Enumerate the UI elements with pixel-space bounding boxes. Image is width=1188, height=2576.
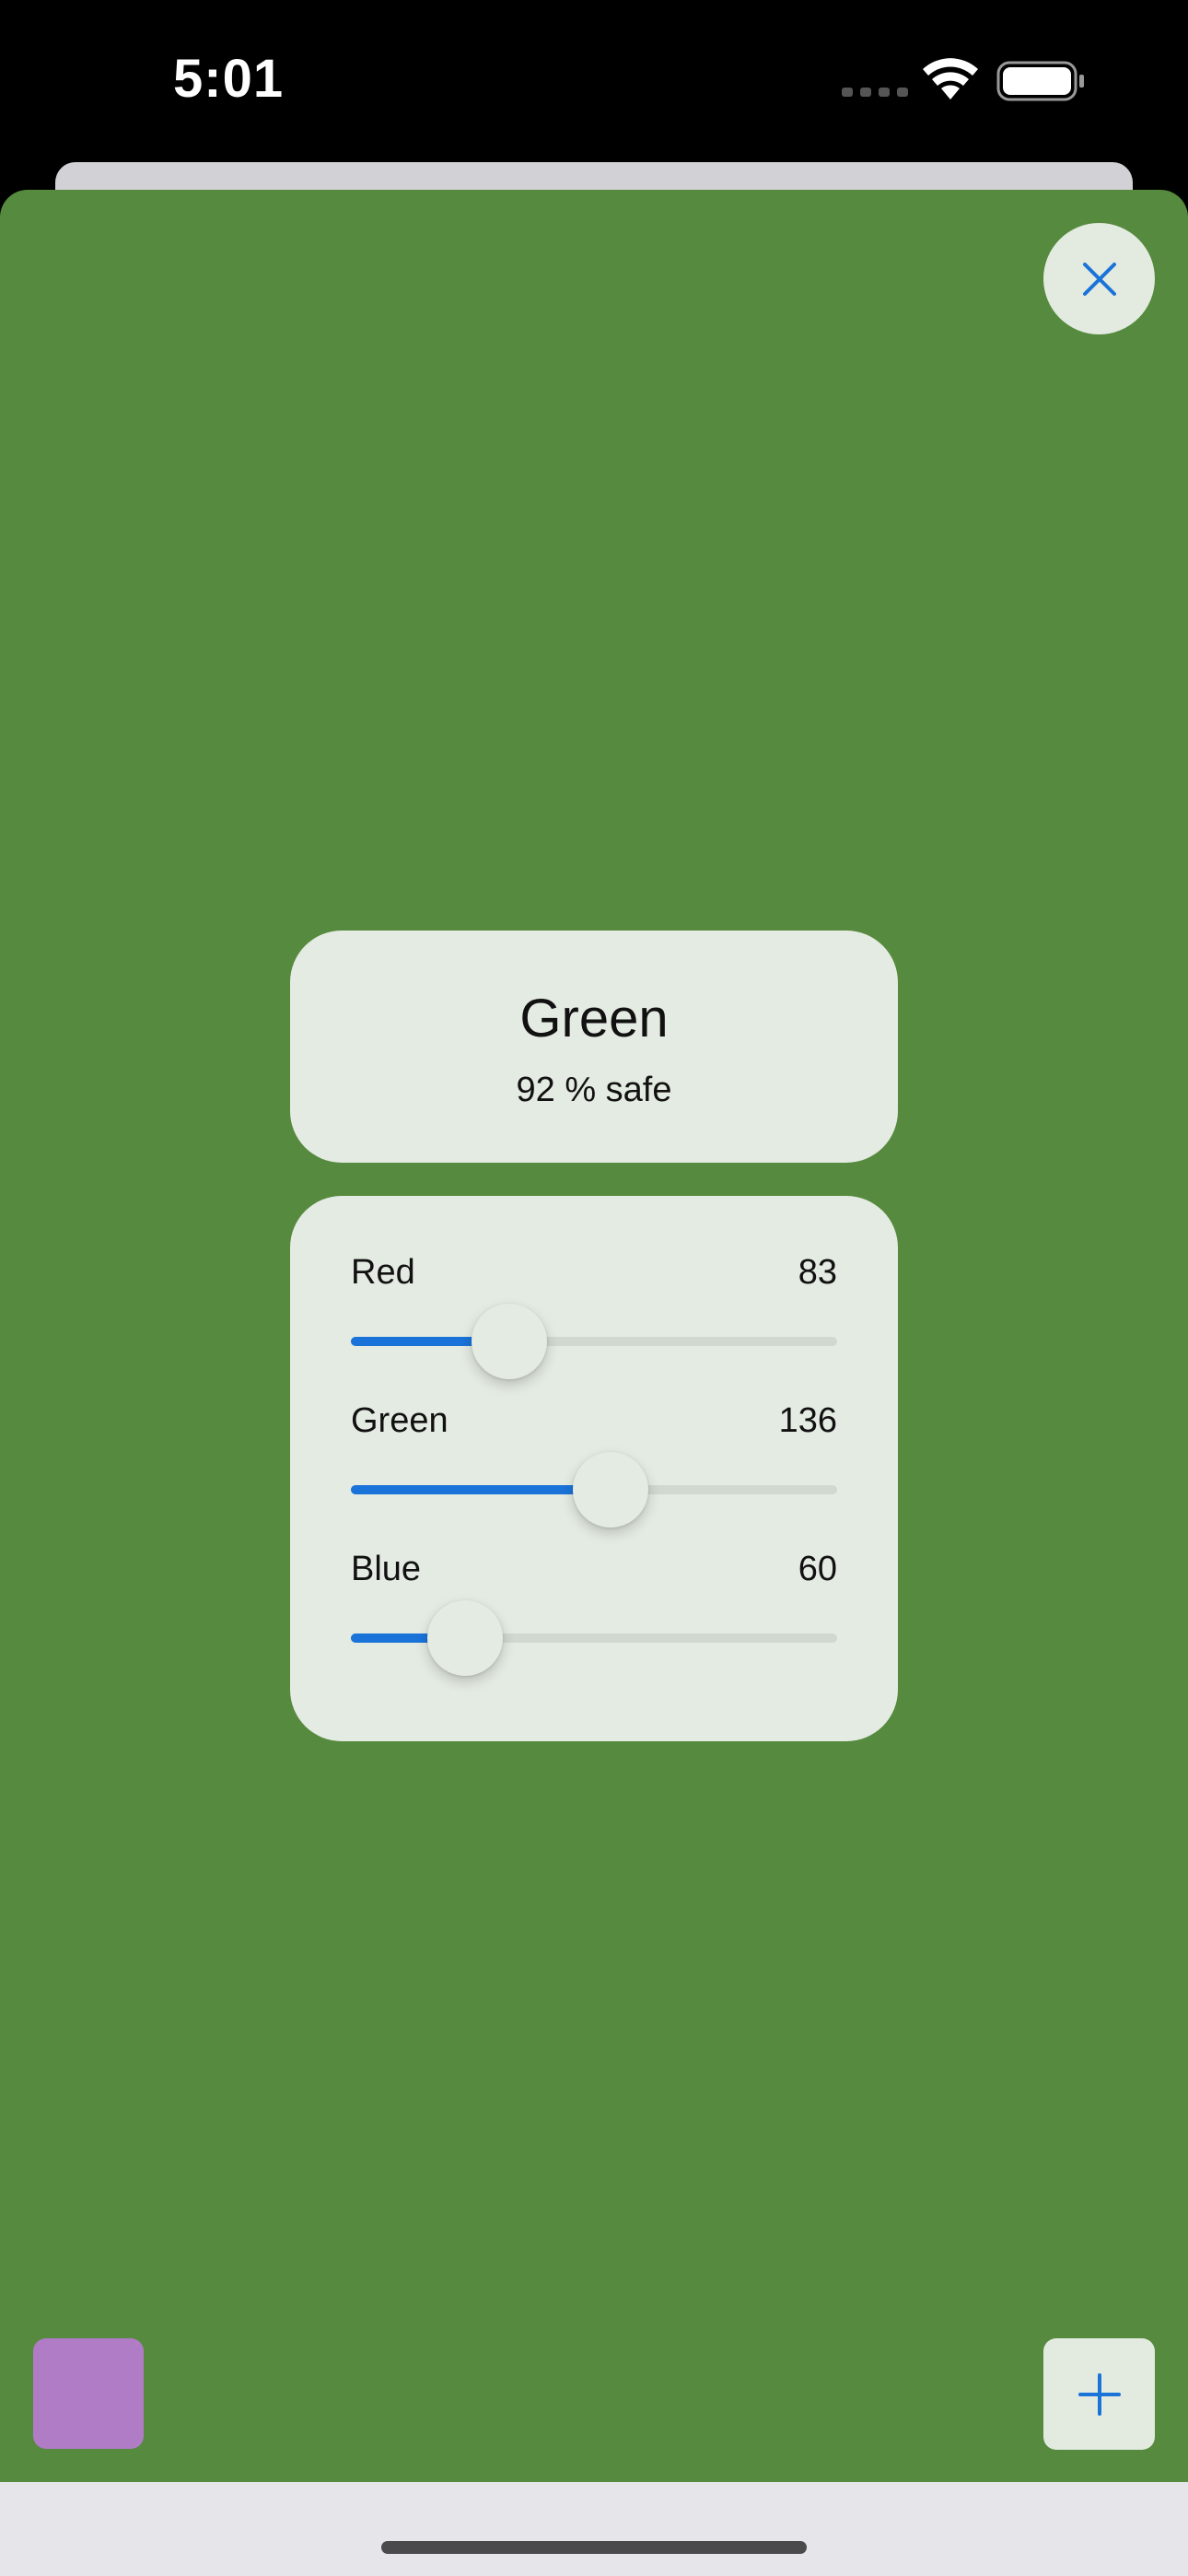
green-slider-value: 136 [778,1401,837,1440]
signal-icon [842,88,908,97]
green-slider-thumb[interactable] [572,1452,648,1528]
home-indicator[interactable] [381,2541,807,2554]
close-button[interactable] [1043,223,1155,334]
battery-icon [996,61,1084,101]
color-name-card: Green 92 % safe [290,931,898,1163]
red-slider-track[interactable] [351,1337,837,1346]
red-slider-value: 83 [798,1253,837,1292]
red-slider-thumb[interactable] [471,1304,547,1379]
status-bar: 5:01 [0,0,1188,164]
green-slider-label: Green [351,1401,448,1440]
blue-slider-row: Blue 60 [351,1550,837,1688]
plus-icon [1077,2372,1121,2416]
color-name: Green [519,989,669,1048]
safety-percentage: 92 % safe [516,1071,672,1109]
blue-slider-label: Blue [351,1550,422,1588]
close-icon [1082,262,1116,296]
wifi-icon [923,58,978,100]
green-slider-row: Green 136 [351,1401,837,1540]
color-swatch-button[interactable] [33,2338,144,2449]
green-slider-fill [351,1485,611,1494]
blue-slider-thumb[interactable] [427,1600,504,1676]
screen: 5:01 Green 92 % safe Red 83 Green 136 Bl… [0,0,1188,2576]
rgb-sliders-card: Red 83 Green 136 Blue 60 [290,1196,898,1741]
red-slider-label: Red [351,1253,415,1292]
home-indicator-area [0,2482,1188,2576]
add-button[interactable] [1043,2338,1155,2450]
red-slider-row: Red 83 [351,1253,837,1391]
blue-slider-track[interactable] [351,1633,837,1643]
status-time: 5:01 [173,49,285,109]
blue-slider-value: 60 [798,1550,837,1588]
